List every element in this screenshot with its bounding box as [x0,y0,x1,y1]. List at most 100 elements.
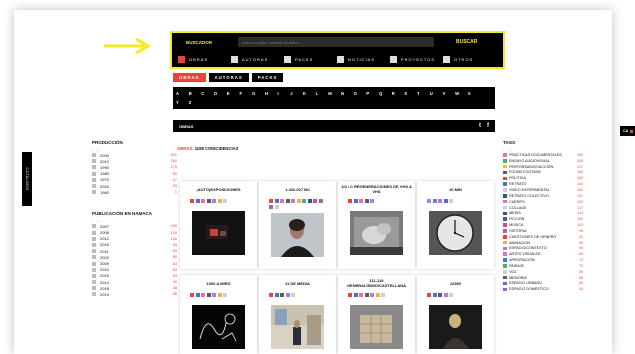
result-card-title[interactable]: 111-119 GENERALÍSIMO/CASTELLANA [338,275,415,291]
letter-r[interactable]: R [392,89,405,98]
publicacion-item[interactable]: 2020 85 [92,254,177,260]
filter-checkbox[interactable] [92,230,96,235]
filter-checkbox[interactable] [390,55,397,63]
letter-a[interactable]: A [176,89,189,98]
filter-checkbox[interactable] [92,159,96,164]
filter-checkbox[interactable] [92,280,96,285]
result-card-thumbnail[interactable] [429,211,482,255]
letter-h[interactable]: H [265,89,278,98]
produccion-item[interactable]: 2010 281 [92,158,177,164]
filter-obras[interactable]: OBRAS [178,55,223,63]
produccion-item[interactable]: 1960 1 [92,189,177,195]
result-card-title[interactable]: 1000 A MIRÓ [180,275,257,291]
result-card-thumbnail[interactable] [271,213,324,257]
filter-checkbox[interactable] [92,177,96,182]
produccion-item[interactable]: 1970 27 [92,177,177,183]
filter-checkbox[interactable] [92,249,96,254]
publicacion-item[interactable]: 2010 63 [92,267,177,273]
result-card[interactable]: 10 MIN [417,181,494,269]
filter-checkbox[interactable] [92,190,96,195]
tab-autoras[interactable]: AUTORAS [208,73,249,82]
result-card[interactable]: ¡AUTO)EXPOSICIONES [180,181,257,269]
result-card[interactable]: 123M! [417,275,494,354]
publicacion-item[interactable]: 2019 35 [92,291,177,297]
result-card-title[interactable]: 10 MIN [417,181,494,197]
letter-x[interactable]: X [468,89,481,98]
letter-t[interactable]: T [417,89,430,98]
result-card[interactable]: 1000 A MIRÓ [180,275,257,354]
filter-checkbox[interactable] [92,236,96,241]
letter-l[interactable]: L [316,89,329,98]
language-tab[interactable]: CA [620,126,635,136]
filter-checkbox[interactable] [92,286,96,291]
filter-checkbox[interactable] [92,153,96,158]
letter-y[interactable]: Y [176,98,189,107]
letter-j[interactable]: J [290,89,303,98]
letter-m[interactable]: M [328,89,341,98]
result-card-title[interactable]: 11 DE MEDIA [259,275,336,291]
letter-s[interactable]: S [404,89,417,98]
letter-c[interactable]: C [201,89,214,98]
letter-w[interactable]: W [455,89,468,98]
letter-e[interactable]: E [227,89,240,98]
publicacion-item[interactable]: 2009 63 [92,260,177,266]
filter-checkbox[interactable] [92,224,96,229]
filter-proyectos[interactable]: PROYECTOS [390,55,435,63]
letter-p[interactable]: P [366,89,379,98]
letter-u[interactable]: U [430,89,443,98]
twitter-icon[interactable]: t [479,123,481,129]
result-card-thumbnail[interactable] [429,305,482,349]
tag-item[interactable]: ESPACIO DOMÉSTICO 64 [503,286,583,292]
result-card-title[interactable]: 123M! [417,275,494,291]
produccion-item[interactable]: 2020 25 [92,183,177,189]
result-card[interactable]: 1.432.027 M2 [259,181,336,269]
produccion-item[interactable]: 1990 179 [92,164,177,170]
letter-o[interactable]: O [354,89,367,98]
filter-checkbox[interactable] [92,171,96,176]
letter-b[interactable]: B [189,89,202,98]
filter-noticias[interactable]: NOTICIAS [337,55,382,63]
result-card-thumbnail[interactable] [350,305,403,349]
filter-checkbox[interactable] [284,55,291,63]
publicacion-item[interactable]: 2008 126 [92,230,177,236]
publicacion-item[interactable]: 2012 126 [92,236,177,242]
produccion-item[interactable]: 2000 541 [92,152,177,158]
result-card-thumbnail[interactable] [192,211,245,255]
result-card-thumbnail[interactable] [192,305,245,349]
filter-checkbox[interactable] [337,55,344,63]
filter-checkbox[interactable] [92,267,96,272]
result-card-title[interactable]: 1/4 / C REGENERACIONES DE VHS A VHS [338,181,415,197]
filter-checkbox[interactable] [92,184,96,189]
tab-packs[interactable]: PACKS [251,73,284,82]
result-card[interactable]: 1/4 / C REGENERACIONES DE VHS A VHS [338,181,415,269]
publicacion-item[interactable]: 2011 84 [92,248,177,254]
result-card-thumbnail[interactable] [271,305,324,349]
publicacion-item[interactable]: 2007 230 [92,223,177,229]
filter-autoras[interactable]: AUTORAS [231,55,276,63]
letter-n[interactable]: N [341,89,354,98]
filter-checkbox[interactable] [443,55,450,63]
result-card[interactable]: 11 DE MEDIA [259,275,336,354]
facebook-icon[interactable]: f [487,123,489,129]
publicacion-item[interactable]: 2015 53 [92,273,177,279]
result-card-thumbnail[interactable] [350,211,403,255]
filter-otros[interactable]: OTROS [443,55,488,63]
filter-checkbox[interactable] [92,261,96,266]
letter-d[interactable]: D [214,89,227,98]
letter-k[interactable]: K [303,89,316,98]
filter-packs[interactable]: PACKS [284,55,329,63]
result-card[interactable]: 111-119 GENERALÍSIMO/CASTELLANA [338,275,415,354]
result-card-title[interactable]: ¡AUTO)EXPOSICIONES [180,181,257,197]
filter-checkbox[interactable] [92,242,96,247]
letter-q[interactable]: Q [379,89,392,98]
filter-checkbox[interactable] [178,55,185,63]
letter-f[interactable]: F [239,89,252,98]
letter-i[interactable]: I [278,89,291,98]
produccion-item[interactable]: 1980 59 [92,171,177,177]
letter-v[interactable]: V [442,89,455,98]
publicacion-item[interactable]: 2014 49 [92,279,177,285]
result-card-title[interactable]: 1.432.027 M2 [259,181,336,197]
filter-checkbox[interactable] [92,292,96,297]
tab-obras[interactable]: OBRAS [173,73,206,82]
filter-checkbox[interactable] [92,165,96,170]
